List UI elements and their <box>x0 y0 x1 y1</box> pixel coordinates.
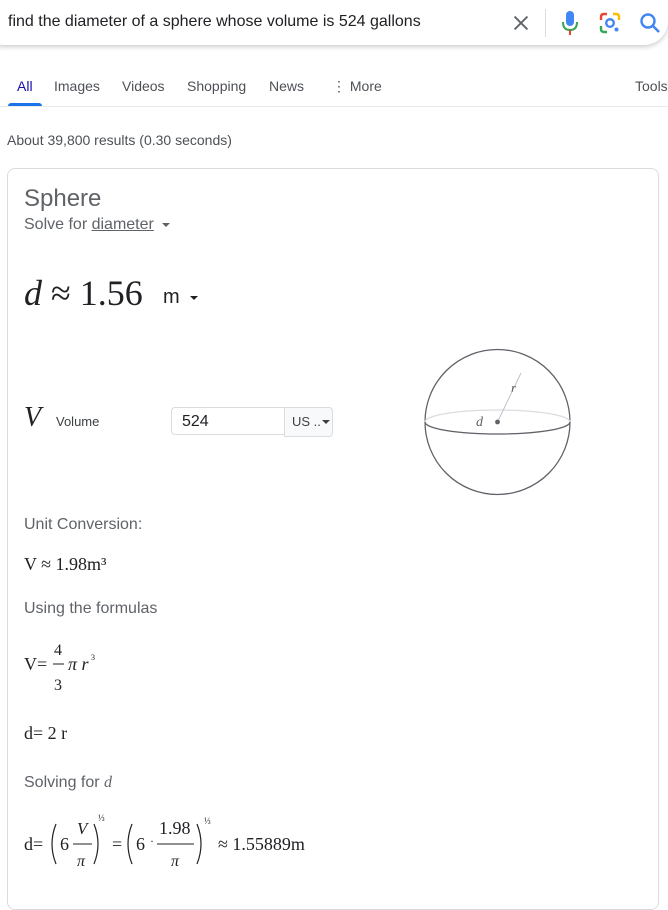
google-lens-icon[interactable] <box>598 11 622 35</box>
solving-for-variable: d <box>104 774 113 791</box>
divider <box>545 9 546 37</box>
search-icon[interactable] <box>638 11 662 35</box>
formulas-label: Using the formulas <box>24 600 158 617</box>
chevron-down-icon[interactable] <box>322 420 330 424</box>
solution-formula: d= 6 V π ⅓ = 6 · 1.98 π ⅓ ≈ 1.55889m <box>24 813 305 870</box>
solution-denominator-pi: π <box>77 853 86 870</box>
solve-for-selector[interactable]: Solve for diameter <box>24 216 171 234</box>
tab-videos[interactable]: Videos <box>122 78 165 94</box>
tab-shopping[interactable]: Shopping <box>187 78 246 94</box>
sphere-diagram: r d <box>424 348 571 496</box>
solution-six: 6 <box>60 834 69 854</box>
solution-exponent: ⅓ <box>98 813 105 823</box>
solution-result: ≈ 1.55889m <box>218 834 305 854</box>
tools-button[interactable]: Tools <box>635 78 668 94</box>
formula-exponent: 3 <box>91 653 95 662</box>
calculator-title: Sphere <box>24 185 102 212</box>
formula-pi-r: π r <box>68 654 90 674</box>
tab-images[interactable]: Images <box>54 78 100 94</box>
solution-six-2: 6 <box>136 834 145 854</box>
search-input[interactable]: find the diameter of a sphere whose volu… <box>8 13 421 31</box>
tab-all[interactable]: All <box>17 78 33 94</box>
tabs-divider <box>0 106 668 107</box>
formula-numerator: 4 <box>54 642 62 659</box>
result-variable: d <box>24 273 42 313</box>
chevron-down-icon[interactable] <box>190 296 198 300</box>
clear-icon[interactable] <box>510 12 532 34</box>
more-dots-icon: ⋮ <box>332 78 346 94</box>
result-value: 1.56 <box>79 273 143 313</box>
tab-more[interactable]: ⋮ More <box>332 78 382 95</box>
diagram-diameter-label: d <box>476 415 484 430</box>
approx-symbol: ≈ <box>51 273 71 313</box>
solve-for-prefix: Solve for <box>24 216 88 233</box>
volume-input[interactable]: 524 <box>171 407 284 435</box>
unit-conversion-label: Unit Conversion: <box>24 516 143 533</box>
unit-conversion-value: V ≈ 1.98m³ <box>24 554 107 574</box>
solution-lhs: d= <box>24 834 43 854</box>
tab-more-label: More <box>349 78 382 94</box>
volume-formula: V= 4 3 π r 3 <box>24 642 95 694</box>
solving-for-text: Solving for <box>24 774 100 791</box>
solution-equals: = <box>112 834 122 854</box>
solution-numerator-v: V <box>77 819 90 838</box>
result-unit[interactable]: m <box>163 286 180 309</box>
chevron-down-icon[interactable] <box>162 222 171 227</box>
svg-text:·: · <box>150 834 154 848</box>
solving-for-label: Solving for d <box>24 774 112 792</box>
formula-lhs: V= <box>24 654 47 674</box>
volume-label: Volume <box>56 414 100 429</box>
result-line: d ≈ 1.56 <box>24 272 143 314</box>
diameter-formula: d= 2 r <box>24 723 68 743</box>
result-stats: About 39,800 results (0.30 seconds) <box>7 132 232 148</box>
tab-news[interactable]: News <box>269 78 304 94</box>
solve-for-value[interactable]: diameter <box>92 216 154 233</box>
solution-numerator-value: 1.98 <box>159 818 191 838</box>
solution-denominator-pi-2: π <box>171 853 180 870</box>
volume-symbol: V <box>24 402 42 433</box>
microphone-icon[interactable] <box>560 10 580 36</box>
solution-exponent-2: ⅓ <box>204 816 211 826</box>
formula-denominator: 3 <box>54 677 62 694</box>
